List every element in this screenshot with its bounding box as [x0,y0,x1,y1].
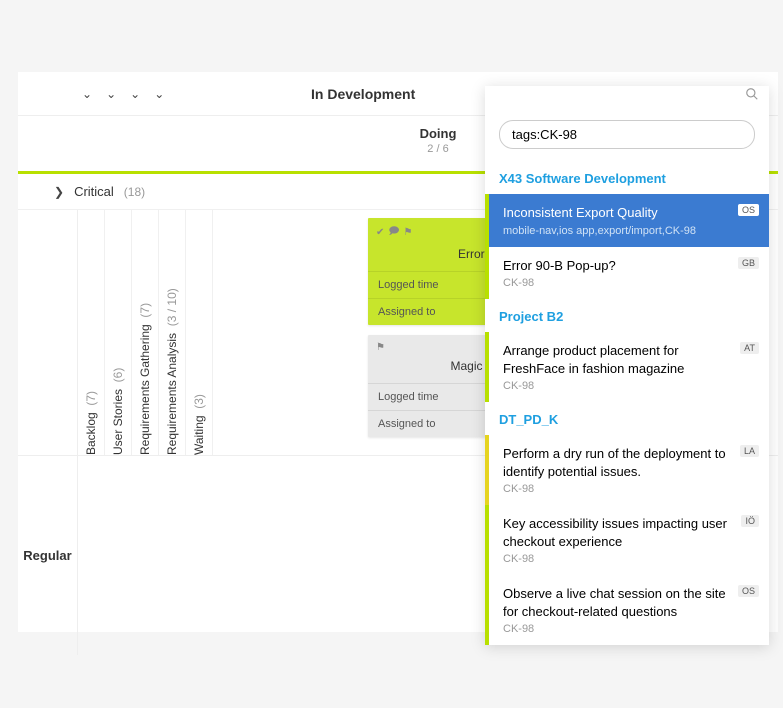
column-label: Backlog (7) [84,222,98,455]
chevron-down-icon[interactable]: ⌄ [102,83,120,105]
search-results: X43 Software DevelopmentInconsistent Exp… [485,161,769,645]
search-icon[interactable] [745,87,759,104]
search-result-item[interactable]: Inconsistent Export Quality mobile-nav,io… [485,194,769,247]
assignee-badge: GB [738,257,759,269]
assigned-label: Assigned to [378,306,435,318]
chevron-down-icon[interactable]: ⌄ [126,83,144,105]
column-label: Requirements Gathering (7) [138,222,152,455]
result-title: Error 90-B Pop-up? [503,257,755,275]
search-group-title[interactable]: Project B2 [485,299,769,332]
swimlane-label: Critical [74,184,114,199]
result-tags: CK-98 [503,483,755,495]
flag-icon: ⚑ [376,342,385,353]
result-tags: CK-98 [503,553,755,565]
assigned-label: Assigned to [378,418,435,430]
collapsed-column[interactable]: Backlog (7) [78,210,105,455]
assignee-badge: LA [740,445,759,457]
column-label: Waiting (3) [192,222,206,455]
result-title: Perform a dry run of the deployment to i… [503,445,755,480]
search-input[interactable] [499,120,755,149]
collapsed-column[interactable]: Requirements Analysis (3 / 10) [159,210,186,455]
search-result-item[interactable]: Arrange product placement for FreshFace … [485,332,769,402]
assignee-badge: OS [738,585,759,597]
search-result-item[interactable]: Observe a live chat session on the site … [485,575,769,645]
search-result-item[interactable]: Key accessibility issues impacting user … [485,505,769,575]
swimlane-columns: Backlog (7) User Stories (6) Requirements … [78,210,362,455]
swimlane-side[interactable]: Regular [18,456,78,655]
result-title: Key accessibility issues impacting user … [503,515,755,550]
chevron-right-icon[interactable]: ❯ [54,185,64,199]
result-tags: CK-98 [503,380,755,392]
collapsed-column[interactable]: Waiting (3) [186,210,213,455]
result-title: Arrange product placement for FreshFace … [503,342,755,377]
result-title: Inconsistent Export Quality [503,204,755,222]
result-tags: CK-98 [503,277,755,289]
search-group-title[interactable]: X43 Software Development [485,161,769,194]
search-result-item[interactable]: Error 90-B Pop-up? CK-98 GB [485,247,769,300]
assignee-badge: IÖ [741,515,759,527]
checkmark-icon: ✔ [376,227,384,238]
search-group-title[interactable]: DT_PD_K [485,402,769,435]
search-result-item[interactable]: Perform a dry run of the deployment to i… [485,435,769,505]
result-tags: mobile-nav,ios app,export/import,CK-98 [503,225,755,237]
swimlane-label: Regular [23,548,71,563]
swimlane-count: (18) [124,185,145,199]
flag-icon: ⚑ [404,227,413,238]
collapsed-column[interactable]: User Stories (6) [105,210,132,455]
search-dropdown: X43 Software DevelopmentInconsistent Exp… [485,86,769,645]
result-title: Observe a live chat session on the site … [503,585,755,620]
comment-icon: 🗩 [388,224,399,241]
column-collapse-group: ⌄ ⌄ ⌄ ⌄ [18,83,168,105]
result-tags: CK-98 [503,623,755,635]
logged-label: Logged time [378,391,439,403]
assignee-badge: OS [738,204,759,216]
swimlane-side [18,210,78,455]
column-label: User Stories (6) [111,222,125,455]
collapsed-column[interactable]: Requirements Gathering (7) [132,210,159,455]
column-label: Requirements Analysis (3 / 10) [165,222,179,455]
logged-label: Logged time [378,279,439,291]
assignee-badge: AT [740,342,759,354]
chevron-down-icon[interactable]: ⌄ [78,83,96,105]
chevron-down-icon[interactable]: ⌄ [150,83,168,105]
